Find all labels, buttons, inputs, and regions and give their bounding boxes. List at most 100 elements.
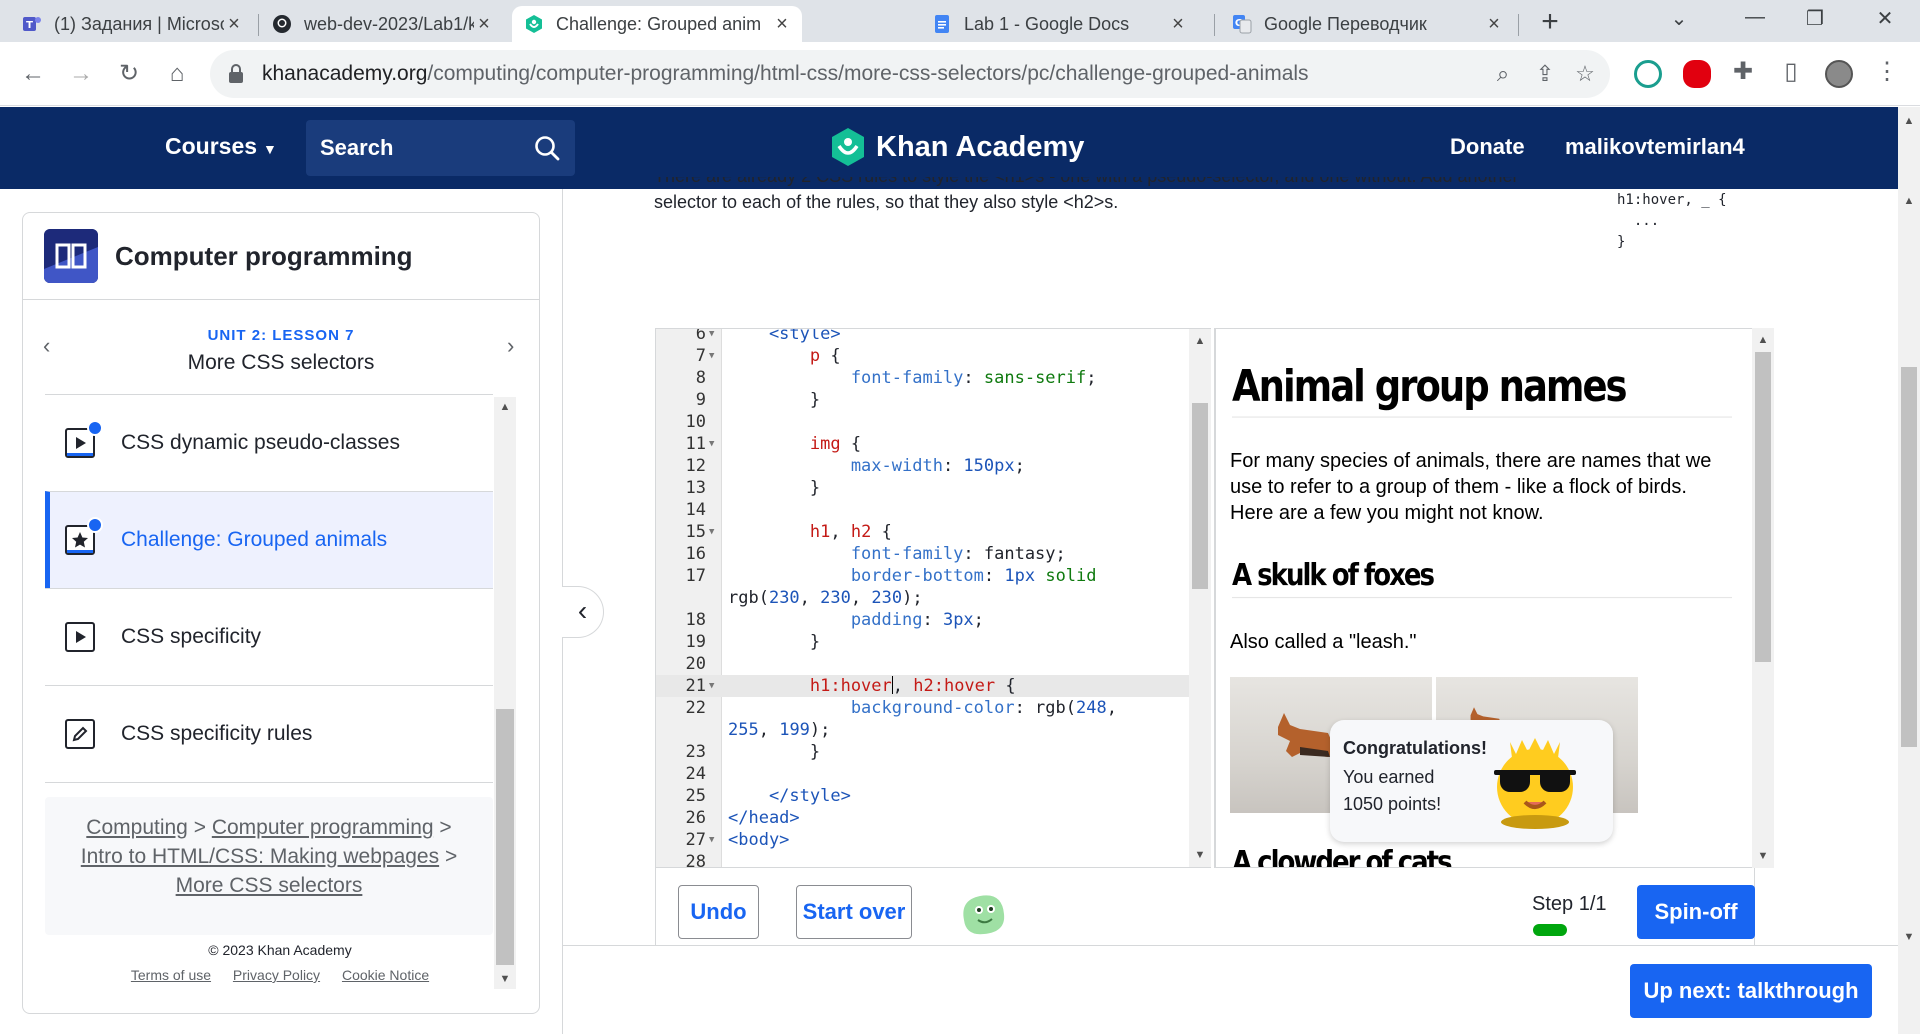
back-icon[interactable]: ← (18, 60, 48, 90)
adblock-icon[interactable] (1683, 60, 1711, 88)
tab-search-icon[interactable]: ⌄ (1659, 6, 1699, 31)
browser-tab-github[interactable]: web-dev-2023/Lab1/khan × (262, 6, 504, 42)
breadcrumb-link-more-css-selectors[interactable]: More CSS selectors (176, 874, 363, 897)
next-lesson-icon[interactable]: › (507, 333, 514, 359)
collapse-sidebar-button[interactable]: ‹ (562, 586, 604, 638)
hopper-avatar-icon[interactable] (958, 890, 1008, 936)
fold-arrow-icon[interactable]: ▼ (709, 829, 714, 851)
scroll-down-icon[interactable]: ▼ (494, 969, 516, 989)
code-line[interactable]: 7 ▼ p { (656, 345, 1196, 367)
code-line[interactable]: 20 (656, 653, 1196, 675)
scrollbar-thumb[interactable] (1901, 367, 1917, 747)
lesson-title[interactable]: More CSS selectors (23, 351, 539, 375)
code-line[interactable]: 23 } (656, 741, 1196, 763)
courses-menu[interactable]: Courses ▼ (165, 133, 277, 160)
terms-of-use-link[interactable]: Terms of use (131, 967, 211, 983)
code-line[interactable]: rgb(230, 230, 230); (656, 587, 1196, 609)
code-line[interactable]: 11 ▼ img { (656, 433, 1196, 455)
code-line[interactable]: 18 padding: 3px; (656, 609, 1196, 631)
up-next-button[interactable]: Up next: talkthrough (1630, 964, 1872, 1018)
code-line[interactable]: 10 (656, 411, 1196, 433)
bookmark-star-icon[interactable]: ☆ (1572, 62, 1598, 88)
scroll-down-icon[interactable]: ▼ (1189, 845, 1211, 865)
code-line[interactable]: 15 ▼ h1, h2 { (656, 521, 1196, 543)
start-over-button[interactable]: Start over (796, 885, 912, 939)
restore-icon[interactable]: ❐ (1795, 6, 1835, 31)
list-item[interactable]: CSS specificity rules (45, 685, 493, 782)
search-box[interactable]: Search (306, 120, 575, 176)
site-logo[interactable]: Khan Academy (830, 127, 1084, 167)
code-line[interactable]: 24 (656, 763, 1196, 785)
share-icon[interactable]: ⇪ (1532, 62, 1558, 88)
code-line[interactable]: 12 max-width: 150px; (656, 455, 1196, 477)
profile-avatar[interactable] (1825, 60, 1853, 88)
scrollbar-thumb[interactable] (1755, 352, 1771, 662)
points-toast[interactable]: Congratulations! You earned 1050 points! (1330, 720, 1613, 842)
privacy-policy-link[interactable]: Privacy Policy (233, 967, 320, 983)
fold-arrow-icon[interactable]: ▼ (709, 675, 714, 697)
extension-icon[interactable] (1634, 60, 1662, 88)
scroll-up-icon[interactable]: ▲ (1898, 195, 1920, 207)
close-icon[interactable]: × (474, 13, 494, 36)
fold-arrow-icon[interactable]: ▼ (709, 345, 714, 367)
scroll-up-icon[interactable]: ▲ (1898, 111, 1920, 131)
code-line[interactable]: 6 ▼ <style> (656, 329, 1196, 345)
scroll-up-icon[interactable]: ▲ (1189, 331, 1211, 351)
address-bar[interactable]: khanacademy.org/computing/computer-progr… (210, 50, 1610, 98)
code-line[interactable]: 21 ▼ h1:hover, h2:hover { (656, 675, 1196, 697)
user-menu[interactable]: malikovtemirlan4 (1565, 134, 1745, 160)
zoom-icon[interactable]: ⌕ (1490, 62, 1516, 88)
breadcrumb-link-intro-html-css[interactable]: Intro to HTML/CSS: Making webpages (81, 845, 439, 868)
minimize-icon[interactable]: — (1735, 6, 1775, 29)
code-line[interactable]: 22 background-color: rgb(248, (656, 697, 1196, 719)
browser-tab-khan-academy[interactable]: Challenge: Grouped anim × (512, 6, 802, 42)
cookie-notice-link[interactable]: Cookie Notice (342, 967, 429, 983)
code-line[interactable]: 255, 199); (656, 719, 1196, 741)
fold-arrow-icon[interactable]: ▼ (709, 329, 714, 345)
code-line[interactable]: 8 font-family: sans-serif; (656, 367, 1196, 389)
fold-arrow-icon[interactable]: ▼ (709, 521, 714, 543)
code-lines[interactable]: 6 ▼ <style> 7 ▼ p {8 font-family: sans-seri… (656, 329, 1196, 867)
donate-link[interactable]: Donate (1450, 134, 1525, 160)
reload-icon[interactable]: ↻ (114, 60, 144, 90)
new-tab-button[interactable]: + (1535, 7, 1565, 38)
close-icon[interactable]: × (1168, 13, 1188, 36)
window-close-icon[interactable]: ✕ (1865, 6, 1905, 31)
code-line[interactable]: 9 } (656, 389, 1196, 411)
breadcrumb-link-computing[interactable]: Computing (86, 816, 188, 839)
scroll-down-icon[interactable]: ▼ (1898, 927, 1920, 947)
close-icon[interactable]: × (224, 13, 244, 36)
scroll-up-icon[interactable]: ▲ (1752, 330, 1774, 350)
spin-off-button[interactable]: Spin-off (1637, 885, 1755, 939)
code-line[interactable]: 14 (656, 499, 1196, 521)
side-panel-icon[interactable]: ▯ (1776, 58, 1806, 88)
list-item[interactable]: CSS specificity (45, 588, 493, 685)
list-item[interactable]: CSS dynamic pseudo-classes (45, 394, 493, 491)
scroll-down-icon[interactable]: ▼ (1752, 846, 1774, 866)
fold-arrow-icon[interactable]: ▼ (709, 433, 714, 455)
code-line[interactable]: 26 </head> (656, 807, 1196, 829)
extensions-puzzle-icon[interactable]: ✚ (1728, 58, 1758, 88)
code-line[interactable]: 16 font-family: fantasy; (656, 543, 1196, 565)
scroll-up-icon[interactable]: ▲ (494, 397, 516, 417)
browser-tab-google-docs[interactable]: Lab 1 - Google Docs × (918, 6, 1198, 42)
editor-scrollbar[interactable]: ▲ ▼ (1189, 328, 1211, 868)
sidebar-scrollbar[interactable]: ▲ ▼ (494, 397, 516, 989)
code-line[interactable]: 28 (656, 851, 1196, 867)
undo-button[interactable]: Undo (678, 885, 759, 939)
code-line[interactable]: 19 } (656, 631, 1196, 653)
home-icon[interactable]: ⌂ (162, 60, 192, 90)
scrollbar-thumb[interactable] (496, 709, 514, 965)
close-icon[interactable]: × (772, 13, 792, 36)
code-line[interactable]: 25 </style> (656, 785, 1196, 807)
forward-icon[interactable]: → (66, 60, 96, 90)
browser-tab-teams[interactable]: T (1) Задания | Microsoft Te × (12, 6, 254, 42)
course-title-row[interactable]: Computer programming (23, 213, 539, 300)
page-scrollbar[interactable]: ▲ ▲ ▼ (1898, 107, 1920, 1034)
menu-dots-icon[interactable]: ⋮ (1872, 58, 1902, 88)
scrollbar-thumb[interactable] (1192, 403, 1208, 589)
list-item[interactable]: Challenge: Grouped animals (45, 491, 493, 588)
code-line[interactable]: 17 border-bottom: 1px solid (656, 565, 1196, 587)
code-line[interactable]: 27 ▼ <body> (656, 829, 1196, 851)
code-line[interactable]: 13 } (656, 477, 1196, 499)
